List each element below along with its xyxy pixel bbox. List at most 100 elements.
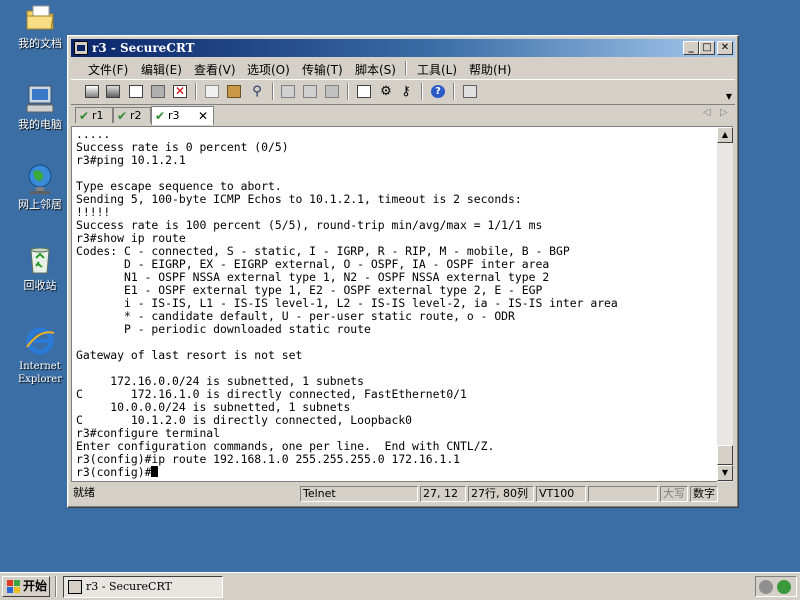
connected-check-icon: ✔ <box>79 109 90 123</box>
desktop-icon-recycle-bin[interactable]: 回收站 <box>8 244 72 292</box>
recycle-bin-icon <box>24 244 56 276</box>
connected-check-icon: ✔ <box>117 109 128 123</box>
desktop-icon-my-documents[interactable]: 我的文档 <box>8 2 72 50</box>
key-icon[interactable]: ⚷ <box>397 83 415 100</box>
desktop-icon-network[interactable]: 网上邻居 <box>8 163 72 211</box>
securecrt-window: r3 - SecureCRT _ □ ✕ 文件(F) 编辑(E) 查看(V) 选… <box>67 35 739 508</box>
toolbar: ✕ ⚲ ⚙ ⚷ ? ▼ <box>71 79 735 105</box>
terminal-output[interactable]: ..... Success rate is 0 percent (0/5) r3#p… <box>71 126 717 482</box>
menu-help[interactable]: 帮助(H) <box>465 60 515 79</box>
toolbar-separator <box>195 83 197 100</box>
folder-icon <box>24 2 56 34</box>
print-setup-icon[interactable] <box>279 83 297 100</box>
status-cursor-position: 27, 12 <box>420 486 466 502</box>
task-label: r3 - SecureCRT <box>86 580 172 593</box>
tab-r2[interactable]: ✔ r2 <box>113 107 151 123</box>
terminal-lines: ..... Success rate is 0 percent (0/5) r3#p… <box>76 128 618 479</box>
taskbar: 开始 r3 - SecureCRT <box>0 572 800 600</box>
computer-icon <box>24 83 56 115</box>
minimize-button[interactable]: _ <box>683 41 699 55</box>
tray-speaker-icon[interactable] <box>759 580 773 594</box>
toolbar-separator <box>453 83 455 100</box>
tab-label: r2 <box>130 109 142 122</box>
scroll-thumb[interactable] <box>717 445 733 465</box>
toolbar-overflow-icon[interactable]: ▼ <box>726 92 732 101</box>
session-tabs: ✔ r1 ✔ r2 ✔ r3 ✕ ◁ ▷ <box>71 105 735 125</box>
toolbar-separator <box>421 83 423 100</box>
window-title: r3 - SecureCRT <box>92 41 195 55</box>
tab-r3[interactable]: ✔ r3 ✕ <box>151 106 214 125</box>
tab-label: r3 <box>168 109 180 122</box>
connected-check-icon: ✔ <box>155 109 166 123</box>
copy-icon[interactable] <box>203 83 221 100</box>
status-emulation: VT100 <box>536 486 586 502</box>
status-protocol: Telnet <box>300 486 418 502</box>
vertical-scrollbar[interactable]: ▲ ▼ <box>717 126 733 482</box>
scroll-down-button[interactable]: ▼ <box>717 465 733 481</box>
windows-flag-icon <box>7 580 21 593</box>
maximize-button[interactable]: □ <box>699 41 715 55</box>
system-tray <box>755 576 797 597</box>
internet-explorer-icon <box>24 325 56 357</box>
terminal-line: Gateway of last resort is not set <box>76 348 303 362</box>
terminal-line: r3(config)#ip route 192.168.1.0 255.255.… <box>76 452 461 466</box>
reconnect-icon[interactable] <box>149 83 167 100</box>
securecrt-app-icon <box>68 580 82 594</box>
desktop-icon-label: Internet Explorer <box>17 361 63 385</box>
print-selection-icon[interactable] <box>301 83 319 100</box>
terminal-line: P - periodic downloaded static route <box>76 322 371 336</box>
desktop-icon-label: 回收站 <box>23 279 57 292</box>
desktop-icon-label: 网上邻居 <box>18 198 62 211</box>
help-icon[interactable]: ? <box>429 83 447 100</box>
tray-network-icon[interactable] <box>777 580 791 594</box>
menu-separator <box>405 61 407 75</box>
menu-view[interactable]: 查看(V) <box>190 60 240 79</box>
find-icon[interactable]: ⚲ <box>248 83 266 100</box>
status-ready: 就绪 <box>73 486 95 499</box>
tab-scroll-right-icon[interactable]: ▷ <box>720 107 728 118</box>
menu-script[interactable]: 脚本(S) <box>351 60 400 79</box>
menu-options[interactable]: 选项(O) <box>243 60 294 79</box>
taskbar-securecrt-button[interactable]: r3 - SecureCRT <box>63 576 223 598</box>
menu-tools[interactable]: 工具(L) <box>413 60 461 79</box>
title-bar[interactable]: r3 - SecureCRT _ □ ✕ <box>71 39 735 57</box>
terminal-line: r3#ping 10.1.2.1 <box>76 153 186 167</box>
close-tab-icon[interactable]: ✕ <box>198 109 208 123</box>
terminal-cursor <box>151 466 159 477</box>
menu-bar: 文件(F) 编辑(E) 查看(V) 选项(O) 传输(T) 脚本(S) 工具(L… <box>71 58 735 78</box>
status-num-lock: 数字 <box>690 486 718 502</box>
quick-connect-icon[interactable] <box>104 83 122 100</box>
connect-icon[interactable] <box>83 83 101 100</box>
start-button[interactable]: 开始 <box>2 576 50 597</box>
paste-icon[interactable] <box>225 83 243 100</box>
desktop-icon-internet-explorer[interactable]: Internet Explorer <box>8 325 72 386</box>
status-blank <box>588 486 658 502</box>
tab-r1[interactable]: ✔ r1 <box>75 107 113 123</box>
scroll-up-button[interactable]: ▲ <box>717 127 733 143</box>
status-caps-lock: 大写 <box>660 486 688 502</box>
taskbar-separator <box>55 576 57 597</box>
toolbar-separator <box>347 83 349 100</box>
menu-file[interactable]: 文件(F) <box>84 60 132 79</box>
tab-label: r1 <box>92 109 104 122</box>
connect-in-tab-icon[interactable] <box>127 83 145 100</box>
terminal-line: r3(config)# <box>76 466 618 479</box>
keymap-icon[interactable] <box>461 83 479 100</box>
securecrt-app-icon[interactable] <box>74 41 88 55</box>
desktop-icon-label: 我的文档 <box>18 37 62 50</box>
print-icon[interactable] <box>323 83 341 100</box>
desktop-icon-my-computer[interactable]: 我的电脑 <box>8 83 72 131</box>
disconnect-icon[interactable]: ✕ <box>171 83 189 100</box>
menu-transfer[interactable]: 传输(T) <box>298 60 347 79</box>
session-options-icon[interactable] <box>355 83 373 100</box>
terminal-line: Sending 5, 100-byte ICMP Echos to 10.1.2… <box>76 192 522 206</box>
menu-edit[interactable]: 编辑(E) <box>137 60 186 79</box>
start-label: 开始 <box>23 579 48 593</box>
toolbar-separator <box>272 83 274 100</box>
global-options-icon[interactable]: ⚙ <box>377 83 395 100</box>
tab-scroll-left-icon[interactable]: ◁ <box>703 107 711 118</box>
status-terminal-size: 27行, 80列 <box>468 486 534 502</box>
network-globe-icon <box>24 163 56 195</box>
close-button[interactable]: ✕ <box>717 41 733 55</box>
desktop-icon-label: 我的电脑 <box>18 118 62 131</box>
